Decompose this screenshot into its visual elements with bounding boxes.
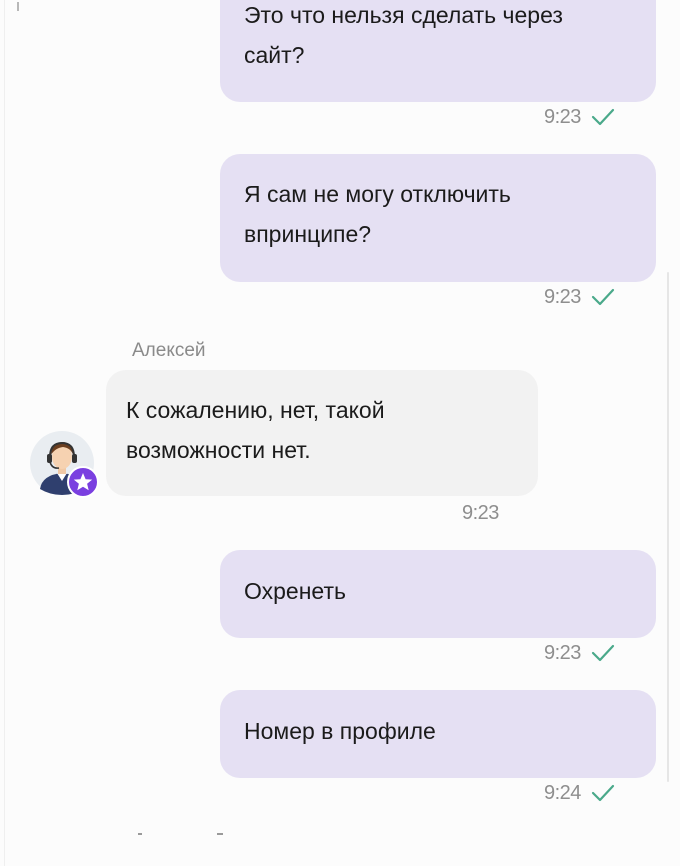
sender-name: Алексей	[132, 340, 206, 361]
check-icon	[591, 288, 615, 306]
message-time: 9:23	[462, 501, 499, 524]
message-text-line: сайт?	[244, 42, 305, 68]
check-icon	[591, 784, 615, 802]
check-icon	[591, 108, 615, 126]
message-time: 9:23	[544, 285, 581, 308]
outgoing-message-bubble[interactable]: Я сам не могу отключить впринципе?	[220, 154, 656, 282]
message-meta: 9:23	[544, 284, 615, 310]
message-text-line: впринципе?	[244, 221, 372, 247]
message-time: 9:23	[544, 641, 581, 664]
check-icon	[591, 644, 615, 662]
star-badge-icon	[67, 466, 99, 498]
message-meta: 9:24	[544, 780, 615, 806]
message-meta: 9:23	[544, 104, 615, 130]
message-text-line: Охренеть	[244, 578, 346, 604]
message-text-line: Номер в профиле	[244, 718, 436, 744]
message-text-line: К сожалению, нет, такой	[126, 397, 385, 423]
outgoing-message-bubble[interactable]: Охренеть	[220, 550, 656, 638]
outgoing-message-bubble[interactable]: Это что нельзя сделать через сайт?	[220, 0, 656, 102]
message-text-line: возможности нет.	[126, 437, 311, 463]
message-time: 9:23	[544, 105, 581, 128]
message-text-line: Я сам не могу отключить	[244, 181, 511, 207]
message-meta: 9:23	[462, 500, 499, 526]
message-meta: 9:23	[544, 640, 615, 666]
scrollbar[interactable]	[667, 272, 669, 782]
message-time: 9:24	[544, 781, 581, 804]
incoming-message-bubble[interactable]: К сожалению, нет, такой возможности нет.	[106, 370, 538, 496]
message-text-line: Это что нельзя сделать через	[244, 2, 563, 28]
corner-mark	[17, 2, 19, 11]
panel-border	[4, 0, 5, 866]
truncated-text-fragment	[138, 833, 142, 835]
truncated-text-fragment	[217, 833, 223, 835]
outgoing-message-bubble[interactable]: Номер в профиле	[220, 690, 656, 778]
chat-window: Это что нельзя сделать через сайт? 9:23 …	[0, 0, 680, 866]
